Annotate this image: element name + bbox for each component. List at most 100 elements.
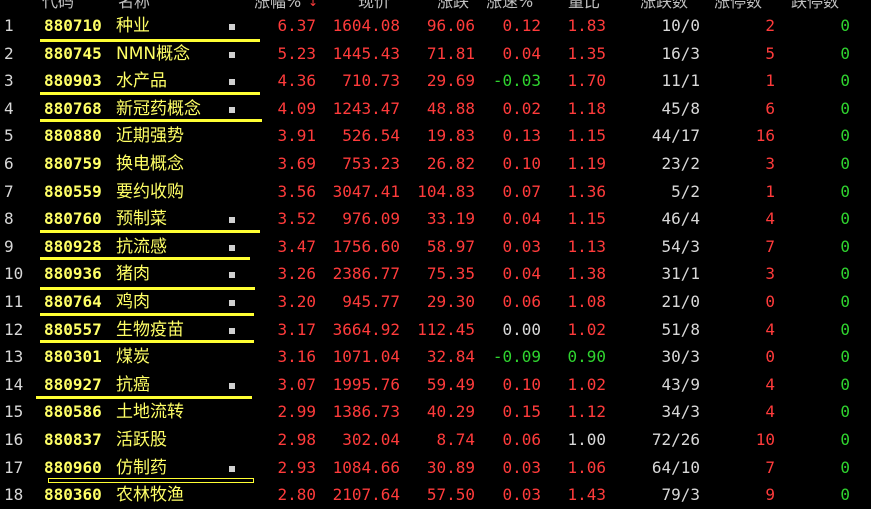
sector-code: 880928: [44, 236, 102, 256]
sector-code: 880301: [44, 347, 102, 367]
current-price: 945.77: [342, 292, 400, 311]
limit-up-count: 3: [765, 154, 775, 173]
table-row[interactable]: 6 880759 换电概念 3.69 753.23 26.82 0.10 1.19 23/2 3 0: [0, 151, 871, 178]
change-percent: 5.23: [277, 43, 316, 63]
table-row[interactable]: 7 880559 要约收购 3.56 3047.41 104.83 0.07 1.36 5/2 1…: [0, 179, 871, 206]
volume-ratio: 1.35: [567, 43, 606, 63]
change-percent: 6.37: [277, 16, 316, 35]
col-chg-pct-header[interactable]: 涨幅%: [254, 0, 301, 12]
table-row[interactable]: 15 880586 土地流转 2.99 1386.73 40.29 0.15 1.12 34/3…: [0, 399, 871, 426]
flag-marker-icon: [229, 300, 235, 306]
table-row[interactable]: 11 880764 鸡肉 3.20 945.77 29.30 0.06 1.08 21/0 0 0: [0, 289, 871, 316]
row-index: 18: [4, 485, 24, 505]
table-row[interactable]: 5 880880 近期强势 3.91 526.54 19.83 0.13 1.15 44/17 1…: [0, 123, 871, 150]
up-down-count: 43/9: [661, 374, 700, 394]
change-points: 96.06: [426, 16, 475, 35]
change-points: 104.83: [417, 181, 475, 201]
change-speed: 0.12: [502, 16, 541, 35]
sector-name: 换电概念: [116, 154, 184, 174]
change-speed: 0.00: [502, 319, 541, 339]
sector-name: NMN概念: [116, 43, 191, 64]
change-speed: 0.06: [502, 292, 541, 311]
volume-ratio: 1.19: [567, 154, 606, 173]
limit-down-count: 0: [840, 209, 850, 229]
sector-name: 近期强势: [116, 126, 184, 147]
sector-name: 鸡肉: [116, 292, 150, 312]
change-percent: 2.80: [277, 485, 316, 505]
col-price-header[interactable]: 现价: [358, 0, 390, 12]
table-row[interactable]: 2 880745 NMN概念 5.23 1445.43 71.81 0.04 1.35 16/3…: [0, 41, 871, 68]
limit-up-count: 3: [765, 264, 775, 284]
change-percent: 3.91: [277, 126, 316, 146]
col-speed-header[interactable]: 涨速%: [486, 0, 533, 12]
highlight-underline: [40, 92, 260, 95]
up-down-count: 34/3: [661, 402, 700, 422]
col-chg-pts-header[interactable]: 涨跌: [437, 0, 469, 12]
highlight-underline: [36, 396, 252, 399]
limit-up-count: 7: [765, 457, 775, 477]
sector-code: 880903: [44, 71, 102, 91]
limit-up-count: 0: [765, 292, 775, 311]
up-down-count: 44/17: [651, 126, 700, 146]
change-speed: 0.04: [502, 209, 541, 229]
current-price: 1445.43: [332, 43, 400, 63]
limit-up-count: 10: [755, 430, 775, 449]
highlight-underline: [48, 478, 254, 483]
col-limit-down-header[interactable]: 跌停数: [791, 0, 839, 12]
change-speed: 0.07: [502, 181, 541, 201]
sector-name: 抗癌: [116, 374, 150, 395]
sector-code: 880960: [44, 457, 102, 477]
limit-down-count: 0: [840, 71, 850, 91]
row-index: 2: [4, 43, 14, 63]
sector-code: 880837: [44, 430, 102, 449]
limit-down-count: 0: [840, 457, 850, 477]
row-index: 11: [4, 292, 24, 311]
current-price: 3047.41: [332, 181, 400, 201]
table-row[interactable]: 13 880301 煤炭 3.16 1071.04 32.84 -0.09 0.90 30/3 0…: [0, 344, 871, 371]
sector-name: 要约收购: [116, 181, 184, 202]
volume-ratio: 0.90: [567, 347, 606, 367]
limit-up-count: 4: [765, 209, 775, 229]
up-down-count: 54/3: [661, 236, 700, 256]
up-down-count: 11/1: [661, 71, 700, 91]
current-price: 1243.47: [332, 98, 400, 118]
volume-ratio: 1.83: [567, 16, 606, 35]
col-up-down-header[interactable]: 涨跌数: [640, 0, 688, 12]
table-row[interactable]: 10 880936 猪肉 3.26 2386.77 75.35 0.04 1.38 31/1 3 0: [0, 261, 871, 288]
row-index: 10: [4, 264, 24, 284]
table-row[interactable]: 18 880360 农林牧渔 2.80 2107.64 57.50 0.03 1.43 79/3…: [0, 482, 871, 509]
current-price: 1995.76: [332, 374, 400, 394]
col-code-header[interactable]: 代码: [42, 0, 74, 12]
col-name-header[interactable]: 名称: [118, 0, 150, 12]
table-row[interactable]: 14 880927 抗癌 3.07 1995.76 59.49 0.10 1.02 43/9 4 0: [0, 372, 871, 399]
change-points: 26.82: [426, 154, 475, 173]
change-speed: 0.13: [502, 126, 541, 146]
change-speed: 0.03: [502, 485, 541, 505]
col-limit-up-header[interactable]: 涨停数: [714, 0, 762, 12]
highlight-underline: [40, 230, 260, 233]
sector-name: 预制菜: [116, 209, 167, 230]
table-row[interactable]: 1 880710 种业 6.37 1604.08 96.06 0.12 1.83 10/0 2 0: [0, 13, 871, 40]
change-percent: 2.93: [277, 457, 316, 477]
limit-up-count: 2: [765, 16, 775, 35]
volume-ratio: 1.06: [567, 457, 606, 477]
change-percent: 2.98: [277, 430, 316, 449]
change-points: 32.84: [426, 347, 475, 367]
limit-up-count: 5: [765, 43, 775, 63]
sector-name: 水产品: [116, 71, 167, 92]
limit-up-count: 4: [765, 402, 775, 422]
change-points: 58.97: [426, 236, 475, 256]
sector-name: 种业: [116, 16, 150, 36]
change-percent: 3.69: [277, 154, 316, 173]
limit-down-count: 0: [840, 16, 850, 35]
up-down-count: 21/0: [661, 292, 700, 311]
up-down-count: 23/2: [661, 154, 700, 173]
col-vol-ratio-header[interactable]: 量比: [568, 0, 600, 12]
flag-marker-icon: [229, 217, 235, 224]
volume-ratio: 1.18: [567, 98, 606, 118]
table-row[interactable]: 16 880837 活跃股 2.98 302.04 8.74 0.06 1.00 72/26 10…: [0, 427, 871, 454]
sector-name: 新冠药概念: [116, 98, 201, 119]
limit-down-count: 0: [840, 264, 850, 284]
row-index: 3: [4, 71, 14, 91]
limit-up-count: 0: [765, 347, 775, 367]
